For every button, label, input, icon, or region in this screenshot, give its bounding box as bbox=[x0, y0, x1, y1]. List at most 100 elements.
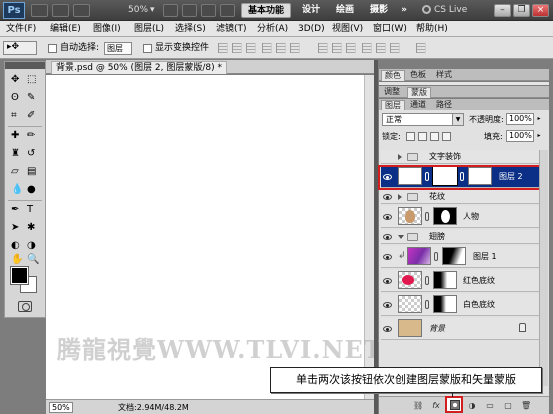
menu-file[interactable]: 文件(F) bbox=[6, 22, 36, 36]
opacity-field[interactable]: 100% bbox=[506, 113, 534, 125]
more-workspaces-button[interactable]: » bbox=[398, 3, 410, 18]
eye-icon[interactable] bbox=[383, 326, 392, 332]
layer-mask-thumbnail[interactable] bbox=[433, 295, 457, 313]
tab-styles[interactable]: 样式 bbox=[433, 70, 455, 81]
tool-preset-picker[interactable]: ▸✥ bbox=[3, 41, 37, 55]
menu-filter[interactable]: 滤镜(T) bbox=[216, 22, 247, 36]
eye-icon[interactable] bbox=[383, 214, 392, 220]
distribute-vcenter-icon[interactable] bbox=[332, 43, 342, 53]
workspace-essentials-button[interactable]: 基本功能 bbox=[241, 3, 291, 18]
workspace-photography-button[interactable]: 摄影 bbox=[364, 3, 394, 18]
zoom-field[interactable]: 50% bbox=[49, 402, 73, 413]
distribute-bottom-icon[interactable] bbox=[346, 43, 356, 53]
layer-thumbnail[interactable] bbox=[398, 271, 422, 289]
blend-mode-dropdown[interactable]: 正常 bbox=[382, 113, 464, 126]
layer-mask-thumbnail[interactable] bbox=[433, 207, 457, 225]
layer-thumbnail[interactable] bbox=[398, 207, 422, 225]
link-layers-icon[interactable]: ⛓ bbox=[413, 401, 423, 411]
tab-color[interactable]: 颜色 bbox=[381, 70, 405, 81]
layer-row[interactable]: 翅膀 bbox=[381, 230, 543, 244]
adjustment-layer-icon[interactable]: ◑ bbox=[467, 401, 477, 411]
layer-thumbnail[interactable] bbox=[407, 247, 431, 265]
blur-tool-icon[interactable]: 💧 bbox=[11, 184, 25, 198]
path-select-tool-icon[interactable]: ➤ bbox=[11, 222, 25, 236]
expand-arrow-icon[interactable] bbox=[398, 154, 402, 160]
menu-3d[interactable]: 3D(D) bbox=[298, 22, 325, 36]
3d-camera-tool-icon[interactable]: ◑ bbox=[27, 240, 41, 254]
layer-name[interactable]: 背景 bbox=[429, 324, 445, 334]
menu-window[interactable]: 窗口(W) bbox=[373, 22, 407, 36]
new-layer-icon[interactable]: ▢ bbox=[503, 401, 513, 411]
lock-pixels-icon[interactable] bbox=[418, 132, 427, 141]
foreground-color-swatch[interactable] bbox=[10, 266, 29, 285]
layer-name[interactable]: 图层 1 bbox=[473, 252, 497, 262]
bridge-icon[interactable] bbox=[31, 4, 48, 17]
layer-mask-thumbnail[interactable] bbox=[433, 271, 457, 289]
layer-row[interactable]: 背景 bbox=[381, 318, 543, 340]
distribute-hcenter-icon[interactable] bbox=[376, 43, 386, 53]
show-transform-checkbox[interactable] bbox=[143, 44, 152, 53]
zoom-tool-icon[interactable]: 🔍 bbox=[27, 254, 41, 268]
align-top-icon[interactable] bbox=[218, 43, 228, 53]
eraser-tool-icon[interactable]: ▱ bbox=[11, 166, 25, 180]
tab-swatches[interactable]: 色板 bbox=[407, 70, 429, 81]
distribute-top-icon[interactable] bbox=[318, 43, 328, 53]
tab-adjustments[interactable]: 调整 bbox=[381, 87, 403, 98]
healing-brush-tool-icon[interactable]: ✚ bbox=[11, 130, 25, 144]
link-icon[interactable] bbox=[425, 212, 429, 221]
eye-icon[interactable] bbox=[383, 254, 392, 260]
layer-row[interactable]: 文字装饰 bbox=[381, 150, 543, 164]
align-vcenter-icon[interactable] bbox=[232, 43, 242, 53]
tools-panel-header[interactable] bbox=[5, 62, 45, 69]
clone-stamp-tool-icon[interactable]: ♜ bbox=[11, 148, 25, 162]
document-info[interactable]: 文档:2.94M/48.2M bbox=[118, 402, 189, 413]
zoom-level[interactable]: 50% bbox=[128, 4, 148, 17]
lock-all-icon[interactable] bbox=[442, 132, 451, 141]
eye-icon[interactable] bbox=[383, 194, 392, 200]
arrange-documents-icon[interactable] bbox=[201, 4, 216, 17]
auto-select-dropdown[interactable]: 图层 bbox=[104, 42, 132, 55]
minimize-icon[interactable]: – bbox=[494, 4, 511, 17]
layer-thumbnail[interactable] bbox=[398, 295, 422, 313]
align-hcenter-icon[interactable] bbox=[276, 43, 286, 53]
align-right-icon[interactable] bbox=[290, 43, 300, 53]
3d-rotate-tool-icon[interactable]: ◐ bbox=[11, 240, 25, 254]
link-icon[interactable] bbox=[425, 300, 429, 309]
chevron-right-icon[interactable]: ▸ bbox=[535, 113, 543, 125]
workspace-painting-button[interactable]: 绘画 bbox=[330, 3, 360, 18]
layer-name[interactable]: 白色底纹 bbox=[463, 300, 495, 310]
crop-tool-icon[interactable]: ⌗ bbox=[11, 110, 25, 124]
layer-thumbnail[interactable] bbox=[398, 319, 422, 337]
dodge-tool-icon[interactable]: ● bbox=[27, 184, 41, 198]
distribute-left-icon[interactable] bbox=[362, 43, 372, 53]
gradient-tool-icon[interactable]: ▤ bbox=[27, 166, 41, 180]
workspace-design-button[interactable]: 设计 bbox=[296, 3, 326, 18]
trash-icon[interactable]: 🗑 bbox=[521, 401, 531, 411]
lock-transparency-icon[interactable] bbox=[406, 132, 415, 141]
screen-mode-icon[interactable] bbox=[220, 4, 235, 17]
restore-icon[interactable]: ❐ bbox=[513, 4, 530, 17]
collapse-arrow-icon[interactable] bbox=[398, 235, 404, 239]
pen-tool-icon[interactable]: ✒ bbox=[11, 204, 25, 218]
fill-field[interactable]: 100% bbox=[506, 130, 534, 142]
auto-align-icon[interactable] bbox=[416, 43, 426, 53]
layer-name[interactable]: 翅膀 bbox=[429, 232, 445, 242]
hand-tool-icon[interactable]: ✋ bbox=[11, 254, 25, 268]
layer-row[interactable]: ↲ 图层 1 bbox=[381, 246, 543, 268]
layer-name[interactable]: 文字装饰 bbox=[429, 152, 461, 162]
move-tool-icon[interactable]: ✥ bbox=[11, 74, 25, 88]
marquee-tool-icon[interactable]: ⬚ bbox=[27, 74, 41, 88]
layer-name[interactable]: 人物 bbox=[463, 212, 479, 222]
align-left-icon[interactable] bbox=[262, 43, 272, 53]
shape-tool-icon[interactable]: ✱ bbox=[27, 222, 41, 236]
distribute-right-icon[interactable] bbox=[390, 43, 400, 53]
layer-row[interactable]: 白色底纹 bbox=[381, 294, 543, 316]
menu-view[interactable]: 视图(V) bbox=[332, 22, 363, 36]
chevron-right-icon[interactable]: ▸ bbox=[535, 130, 543, 142]
layer-row[interactable]: 红色底纹 bbox=[381, 270, 543, 292]
history-brush-tool-icon[interactable]: ↺ bbox=[27, 148, 41, 162]
eye-icon[interactable] bbox=[383, 302, 392, 308]
layer-row[interactable]: 人物 bbox=[381, 206, 543, 228]
close-icon[interactable]: × bbox=[532, 4, 549, 17]
menu-edit[interactable]: 编辑(E) bbox=[50, 22, 81, 36]
